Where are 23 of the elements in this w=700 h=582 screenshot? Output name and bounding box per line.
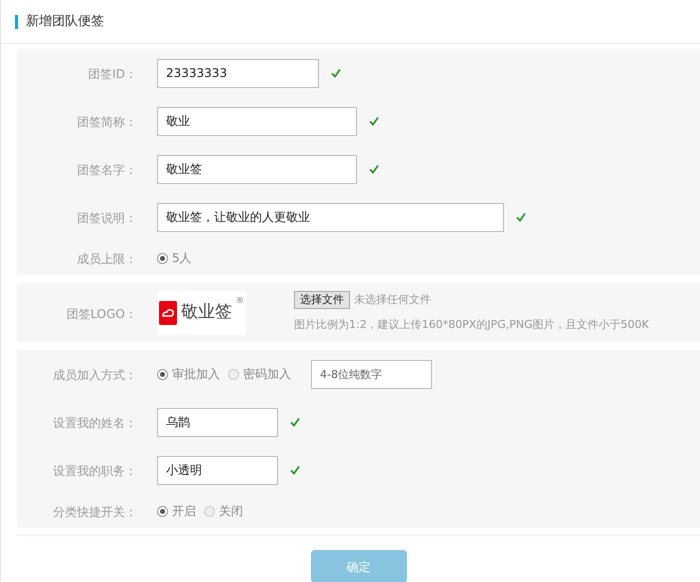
choose-file-button[interactable]: 选择文件 (294, 291, 350, 310)
field-label: 团签名字： (77, 163, 137, 177)
field-label: 团签LOGO： (66, 306, 137, 320)
field-label: 成员上限： (77, 252, 137, 266)
logo-text: 敬业签 (181, 304, 232, 321)
field-label: 团签ID： (88, 67, 137, 81)
text-field[interactable]: 敬业签 (157, 154, 357, 184)
field-label: 设置我的职务： (53, 464, 137, 478)
registered-mark: ® (236, 294, 244, 306)
text-field[interactable]: 敬业签，让敬业的人更敬业 (157, 202, 504, 232)
text-field[interactable]: 乌鹊 (157, 408, 278, 436)
page-title: 新增团队便签 (26, 12, 104, 31)
password-field[interactable]: 4-8位纯数字 (311, 360, 432, 388)
text-field[interactable]: 23333333 (157, 58, 319, 88)
field-label: 团签说明： (77, 211, 137, 225)
field-label: 设置我的姓名： (53, 416, 137, 430)
field-label: 分类快捷开关： (53, 505, 137, 519)
field-label: 成员加入方式： (53, 368, 137, 382)
upload-hint: 图片比例为1:2，建议上传160*80PX的JPG,PNG图片，且文件小于500K (294, 317, 649, 334)
field-label: 团签简称： (77, 115, 137, 129)
text-field[interactable]: 敬业 (157, 106, 357, 136)
text-field[interactable]: 小透明 (157, 456, 278, 484)
file-status: 未选择任何文件 (354, 292, 431, 308)
